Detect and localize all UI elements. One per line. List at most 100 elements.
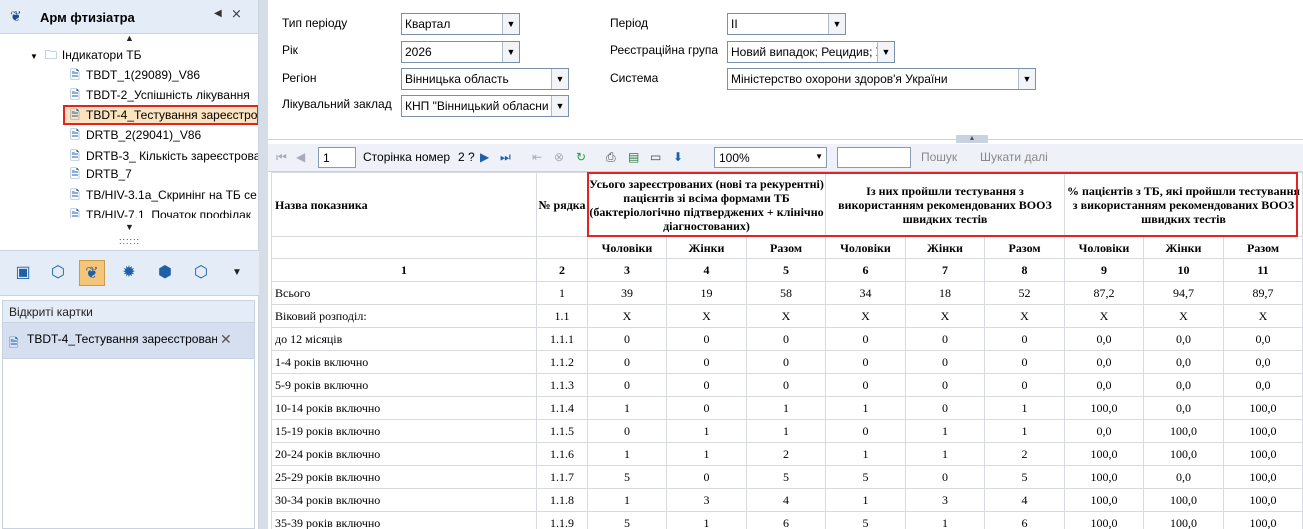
- page-number-input[interactable]: 1: [318, 147, 356, 168]
- value-cell: 0: [587, 327, 667, 351]
- chevron-down-icon[interactable]: ▼: [828, 14, 845, 34]
- value-cell: 1: [587, 396, 667, 420]
- value-cell: 19: [666, 281, 747, 305]
- chevron-down-icon[interactable]: ▼: [1018, 69, 1035, 89]
- tree-item-selected[interactable]: 🗎 TBDT-4_Тестування зареєстро: [63, 105, 258, 125]
- row-name-cell: 30-34 років включно: [271, 488, 537, 512]
- tree-item[interactable]: 🗎 DRTB_7: [68, 164, 132, 184]
- search-input[interactable]: [837, 147, 911, 168]
- value-cell: 2: [984, 442, 1065, 466]
- tree-item[interactable]: 🗎 DRTB_2(29041)_V86: [68, 125, 201, 145]
- column-number: 9: [1064, 258, 1144, 282]
- zoom-select[interactable]: 100% ▼: [714, 147, 827, 168]
- folder-icon: 🗀: [44, 48, 57, 62]
- subheader-cell: Жінки: [666, 236, 747, 259]
- facility-value: КНП "Вінницький обласни: [405, 99, 549, 113]
- collapse-params-icon[interactable]: ▲: [956, 135, 988, 143]
- chevron-down-icon[interactable]: ▼: [877, 42, 894, 62]
- value-cell: 0: [666, 350, 747, 374]
- back-icon[interactable]: ⇤: [532, 150, 542, 164]
- region-select[interactable]: Вінницька область ▼: [401, 68, 569, 90]
- document-icon: 🗎: [70, 208, 80, 218]
- year-label: Рік: [282, 43, 298, 57]
- row-name-cell: 1-4 років включно: [271, 350, 537, 374]
- value-cell: 0,0: [1223, 350, 1303, 374]
- value-cell: 0: [905, 373, 985, 397]
- more-chevron-icon[interactable]: ▼: [224, 260, 250, 286]
- tree-root[interactable]: ▼ 🗀 Індикатори ТБ: [30, 45, 141, 65]
- prev-page-icon[interactable]: ◀: [296, 150, 305, 164]
- chevron-down-icon[interactable]: ▼: [502, 14, 519, 34]
- lungs-icon: ❦: [10, 8, 22, 24]
- panel-grip[interactable]: ::::::: [0, 237, 259, 246]
- value-cell: 100,0: [1143, 511, 1224, 529]
- export-icon[interactable]: ⬇: [673, 150, 683, 164]
- cube-icon[interactable]: ⬡: [188, 260, 214, 286]
- search-button[interactable]: Пошук: [921, 150, 957, 164]
- tree-scroll-up-icon[interactable]: ▲: [0, 33, 259, 43]
- chevron-down-icon[interactable]: ▼: [551, 69, 568, 89]
- subheader-cell: Чоловіки: [825, 236, 906, 259]
- zoom-value: 100%: [719, 151, 750, 165]
- value-cell: 100,0: [1064, 396, 1144, 420]
- value-cell: 0: [746, 327, 826, 351]
- tree-item[interactable]: 🗎 TBDT_1(29089)_V86: [68, 65, 200, 85]
- tree-item[interactable]: 🗎 TBDT-2_Успішність лікування: [68, 85, 258, 105]
- value-cell: X: [905, 304, 985, 328]
- camera-icon[interactable]: ▣: [10, 260, 36, 286]
- value-cell: 0,0: [1223, 373, 1303, 397]
- chevron-down-icon[interactable]: ▼: [502, 42, 519, 62]
- next-page-icon[interactable]: ▶: [480, 150, 489, 164]
- header-name: Назва показника: [271, 172, 537, 237]
- page-setup-icon[interactable]: ▤: [628, 150, 639, 164]
- first-page-icon[interactable]: ⏮: [276, 150, 287, 165]
- facility-select[interactable]: КНП "Вінницький обласни ▼: [401, 95, 569, 117]
- search-next-button[interactable]: Шукати далі: [980, 150, 1048, 164]
- cubes-icon[interactable]: ⬢: [152, 260, 178, 286]
- expand-icon[interactable]: ▼: [30, 52, 38, 61]
- tree-item[interactable]: 🗎 DRTB-3_ Кількість зареєстрова: [68, 146, 258, 166]
- report-table: Назва показника № рядка Усього зареєстро…: [271, 172, 1303, 529]
- period-select[interactable]: ІІ ▼: [727, 13, 846, 35]
- document-icon: 🗎: [70, 108, 80, 122]
- print-icon[interactable]: ⎙: [606, 150, 616, 165]
- value-cell: 87,2: [1064, 281, 1144, 305]
- table-body: Всього 1 39 19 58 34 18 52 87,2 94,7 89,7 Віковий р…: [271, 281, 1303, 529]
- system-select[interactable]: Міністерство охорони здоров'я України ▼: [727, 68, 1036, 90]
- row-name-cell: 15-19 років включно: [271, 419, 537, 443]
- refresh-icon[interactable]: ↻: [576, 150, 586, 164]
- subheader-empty: [536, 236, 588, 259]
- gear-cluster-icon[interactable]: ✹: [116, 260, 142, 286]
- left-panel: ❦ Арм фтизіатра ◀ ⨯ ▲ ▼ 🗀 Індикатори ТБ 🗎 T…: [0, 0, 259, 529]
- chevron-down-icon[interactable]: ▼: [815, 152, 823, 161]
- layout-icon[interactable]: ▭: [650, 150, 661, 164]
- year-select[interactable]: 2026 ▼: [401, 41, 520, 63]
- table-row: 25-29 років включно 1.1.7 5 0 5 5 0 5 100,0 0,0 10…: [271, 465, 1303, 489]
- reg-group-select[interactable]: Новий випадок; Рецидив; У ▼: [727, 41, 895, 63]
- stop-icon[interactable]: ⊗: [554, 150, 564, 164]
- period-type-label: Тип періоду: [282, 16, 348, 30]
- tree-item[interactable]: 🗎 TB/HIV-3.1a_Скринінг на ТБ се: [68, 185, 258, 205]
- chevron-down-icon[interactable]: ▼: [551, 96, 568, 116]
- value-cell: 18: [905, 281, 985, 305]
- table-subheader-row: Чоловіки Жінки Разом Чоловіки Жінки Разо…: [271, 236, 1303, 259]
- tree-item-label: TBDT-4_Тестування зареєстро: [86, 108, 258, 122]
- splitter[interactable]: [259, 0, 268, 529]
- region-value: Вінницька область: [405, 72, 509, 86]
- header-group-percent: % пацієнтів з ТБ, які пройшли тестування…: [1064, 172, 1303, 237]
- table-row: 15-19 років включно 1.1.5 0 1 1 0 1 1 0,0 100,0 10…: [271, 419, 1303, 443]
- boxes-icon[interactable]: ⬡: [45, 260, 71, 286]
- subheader-cell: Разом: [1223, 236, 1303, 259]
- lungs-module-icon[interactable]: ❦: [79, 260, 105, 286]
- pin-icon[interactable]: ⨯: [231, 6, 242, 22]
- value-cell: 6: [984, 511, 1065, 529]
- opened-card[interactable]: 🗎 TBDT-4_Тестування зареєстрован ✕: [3, 323, 254, 359]
- reg-group-value: Новий випадок; Рецидив; У: [731, 45, 884, 59]
- collapse-left-icon[interactable]: ◀: [214, 8, 222, 19]
- row-name-cell: 5-9 років включно: [271, 373, 537, 397]
- tree-item[interactable]: 🗎 TB/HIV-7.1_Початок профілак: [68, 205, 258, 218]
- close-icon[interactable]: ✕: [220, 331, 232, 348]
- tree-scroll-down-icon[interactable]: ▼: [0, 222, 259, 232]
- last-page-icon[interactable]: ⏭: [500, 150, 511, 165]
- period-type-select[interactable]: Квартал ▼: [401, 13, 520, 35]
